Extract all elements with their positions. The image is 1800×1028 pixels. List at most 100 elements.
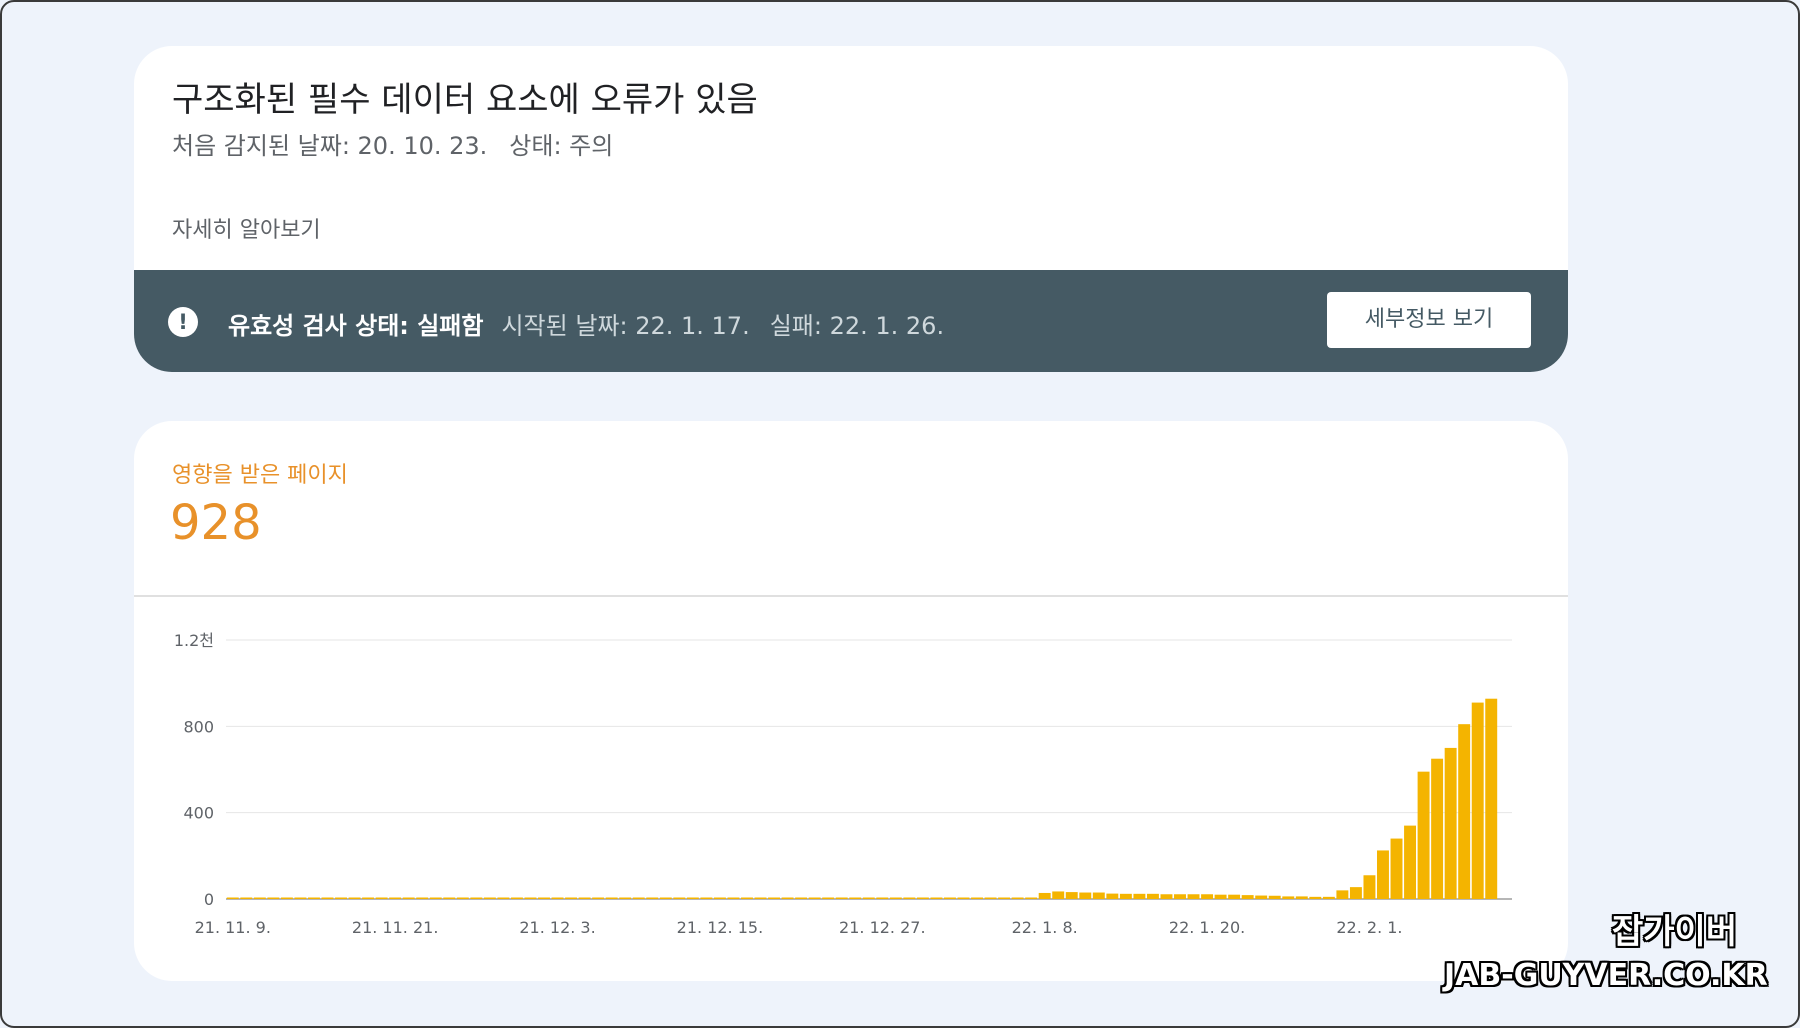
bar[interactable]	[1309, 896, 1322, 899]
bar[interactable]	[1079, 892, 1092, 899]
bar[interactable]	[822, 897, 835, 900]
bar[interactable]	[1377, 850, 1389, 899]
bar[interactable]	[1038, 892, 1051, 899]
bar[interactable]	[1458, 724, 1471, 899]
bar[interactable]	[1268, 895, 1281, 899]
bar[interactable]	[957, 897, 970, 900]
bar[interactable]	[943, 897, 956, 900]
validation-started-date: 시작된 날짜: 22. 1. 17.	[501, 312, 750, 340]
bar[interactable]	[686, 897, 699, 900]
bar[interactable]	[1133, 893, 1146, 899]
bar[interactable]	[1322, 896, 1335, 899]
bar[interactable]	[930, 897, 943, 900]
bar[interactable]	[700, 897, 713, 900]
bar[interactable]	[795, 897, 808, 900]
bar[interactable]	[713, 897, 726, 900]
bar[interactable]	[253, 897, 266, 900]
bar[interactable]	[538, 897, 550, 900]
bar[interactable]	[551, 897, 564, 900]
learn-more-link[interactable]: 자세히 알아보기	[172, 212, 321, 244]
bar[interactable]	[375, 897, 388, 900]
bar[interactable]	[470, 897, 483, 900]
bar[interactable]	[294, 897, 307, 900]
bar[interactable]	[605, 897, 618, 900]
bar[interactable]	[280, 897, 293, 900]
bar[interactable]	[903, 897, 916, 900]
bar[interactable]	[619, 897, 632, 900]
bar[interactable]	[267, 897, 280, 900]
bar[interactable]	[321, 897, 334, 900]
bar[interactable]	[348, 897, 361, 900]
bar[interactable]	[727, 897, 740, 900]
bar[interactable]	[1417, 771, 1430, 899]
bar[interactable]	[524, 897, 537, 900]
bar[interactable]	[673, 897, 686, 900]
bar[interactable]	[1404, 825, 1417, 899]
bar[interactable]	[1146, 893, 1159, 899]
bar[interactable]	[416, 897, 429, 900]
bar[interactable]	[1485, 698, 1498, 899]
bar[interactable]	[1201, 894, 1214, 899]
bar[interactable]	[565, 897, 578, 900]
bar[interactable]	[1119, 893, 1132, 899]
bar[interactable]	[1160, 894, 1173, 899]
bar[interactable]	[1390, 838, 1403, 899]
bar[interactable]	[646, 897, 659, 900]
bar[interactable]	[1431, 758, 1444, 899]
bar[interactable]	[1065, 892, 1078, 899]
bar[interactable]	[456, 897, 469, 900]
bar[interactable]	[741, 897, 753, 900]
bar[interactable]	[1336, 890, 1349, 899]
bar[interactable]	[335, 897, 347, 900]
bar[interactable]	[1241, 895, 1254, 899]
bar[interactable]	[632, 897, 645, 900]
bar[interactable]	[483, 897, 496, 900]
bar[interactable]	[226, 897, 239, 900]
bar[interactable]	[510, 897, 523, 900]
bar[interactable]	[984, 897, 997, 900]
bar[interactable]	[429, 897, 442, 900]
bar[interactable]	[862, 897, 875, 900]
bar[interactable]	[1214, 894, 1227, 899]
bar[interactable]	[497, 897, 510, 900]
bar[interactable]	[1052, 891, 1065, 899]
bar[interactable]	[1444, 747, 1457, 899]
bar[interactable]	[916, 897, 929, 900]
issue-title: 구조화된 필수 데이터 요소에 오류가 있음	[172, 80, 758, 120]
bar[interactable]	[1092, 892, 1105, 899]
bar[interactable]	[1349, 887, 1362, 899]
bar[interactable]	[1011, 897, 1024, 900]
bar[interactable]	[592, 897, 605, 900]
bar[interactable]	[389, 897, 402, 900]
bar[interactable]	[362, 897, 375, 900]
bar[interactable]	[578, 897, 591, 900]
bar[interactable]	[808, 897, 821, 900]
bar[interactable]	[1255, 895, 1268, 899]
bar[interactable]	[835, 897, 848, 900]
bar[interactable]	[1174, 894, 1186, 899]
bar[interactable]	[971, 897, 983, 900]
bar[interactable]	[402, 897, 415, 900]
bar[interactable]	[1282, 896, 1295, 899]
see-details-button[interactable]: 세부정보 보기	[1327, 292, 1531, 348]
watermark-url: JAB-GUYVER.CO.KR	[1444, 958, 1768, 993]
bar[interactable]	[1471, 702, 1484, 899]
bar[interactable]	[443, 897, 456, 900]
bar[interactable]	[1106, 893, 1119, 899]
bar[interactable]	[754, 897, 767, 900]
bar[interactable]	[1187, 894, 1200, 899]
first-detected-date: 처음 감지된 날짜: 20. 10. 23.	[172, 132, 488, 160]
bar[interactable]	[1295, 896, 1308, 899]
bar[interactable]	[768, 897, 781, 900]
bar[interactable]	[1363, 875, 1376, 899]
bar[interactable]	[1228, 894, 1241, 899]
bar[interactable]	[889, 897, 902, 900]
bar[interactable]	[307, 897, 320, 900]
bar[interactable]	[849, 897, 862, 900]
bar[interactable]	[876, 897, 889, 900]
bar[interactable]	[659, 897, 672, 900]
bar[interactable]	[998, 897, 1011, 900]
bar[interactable]	[240, 897, 253, 900]
bar[interactable]	[1025, 897, 1038, 900]
bar[interactable]	[781, 897, 794, 900]
